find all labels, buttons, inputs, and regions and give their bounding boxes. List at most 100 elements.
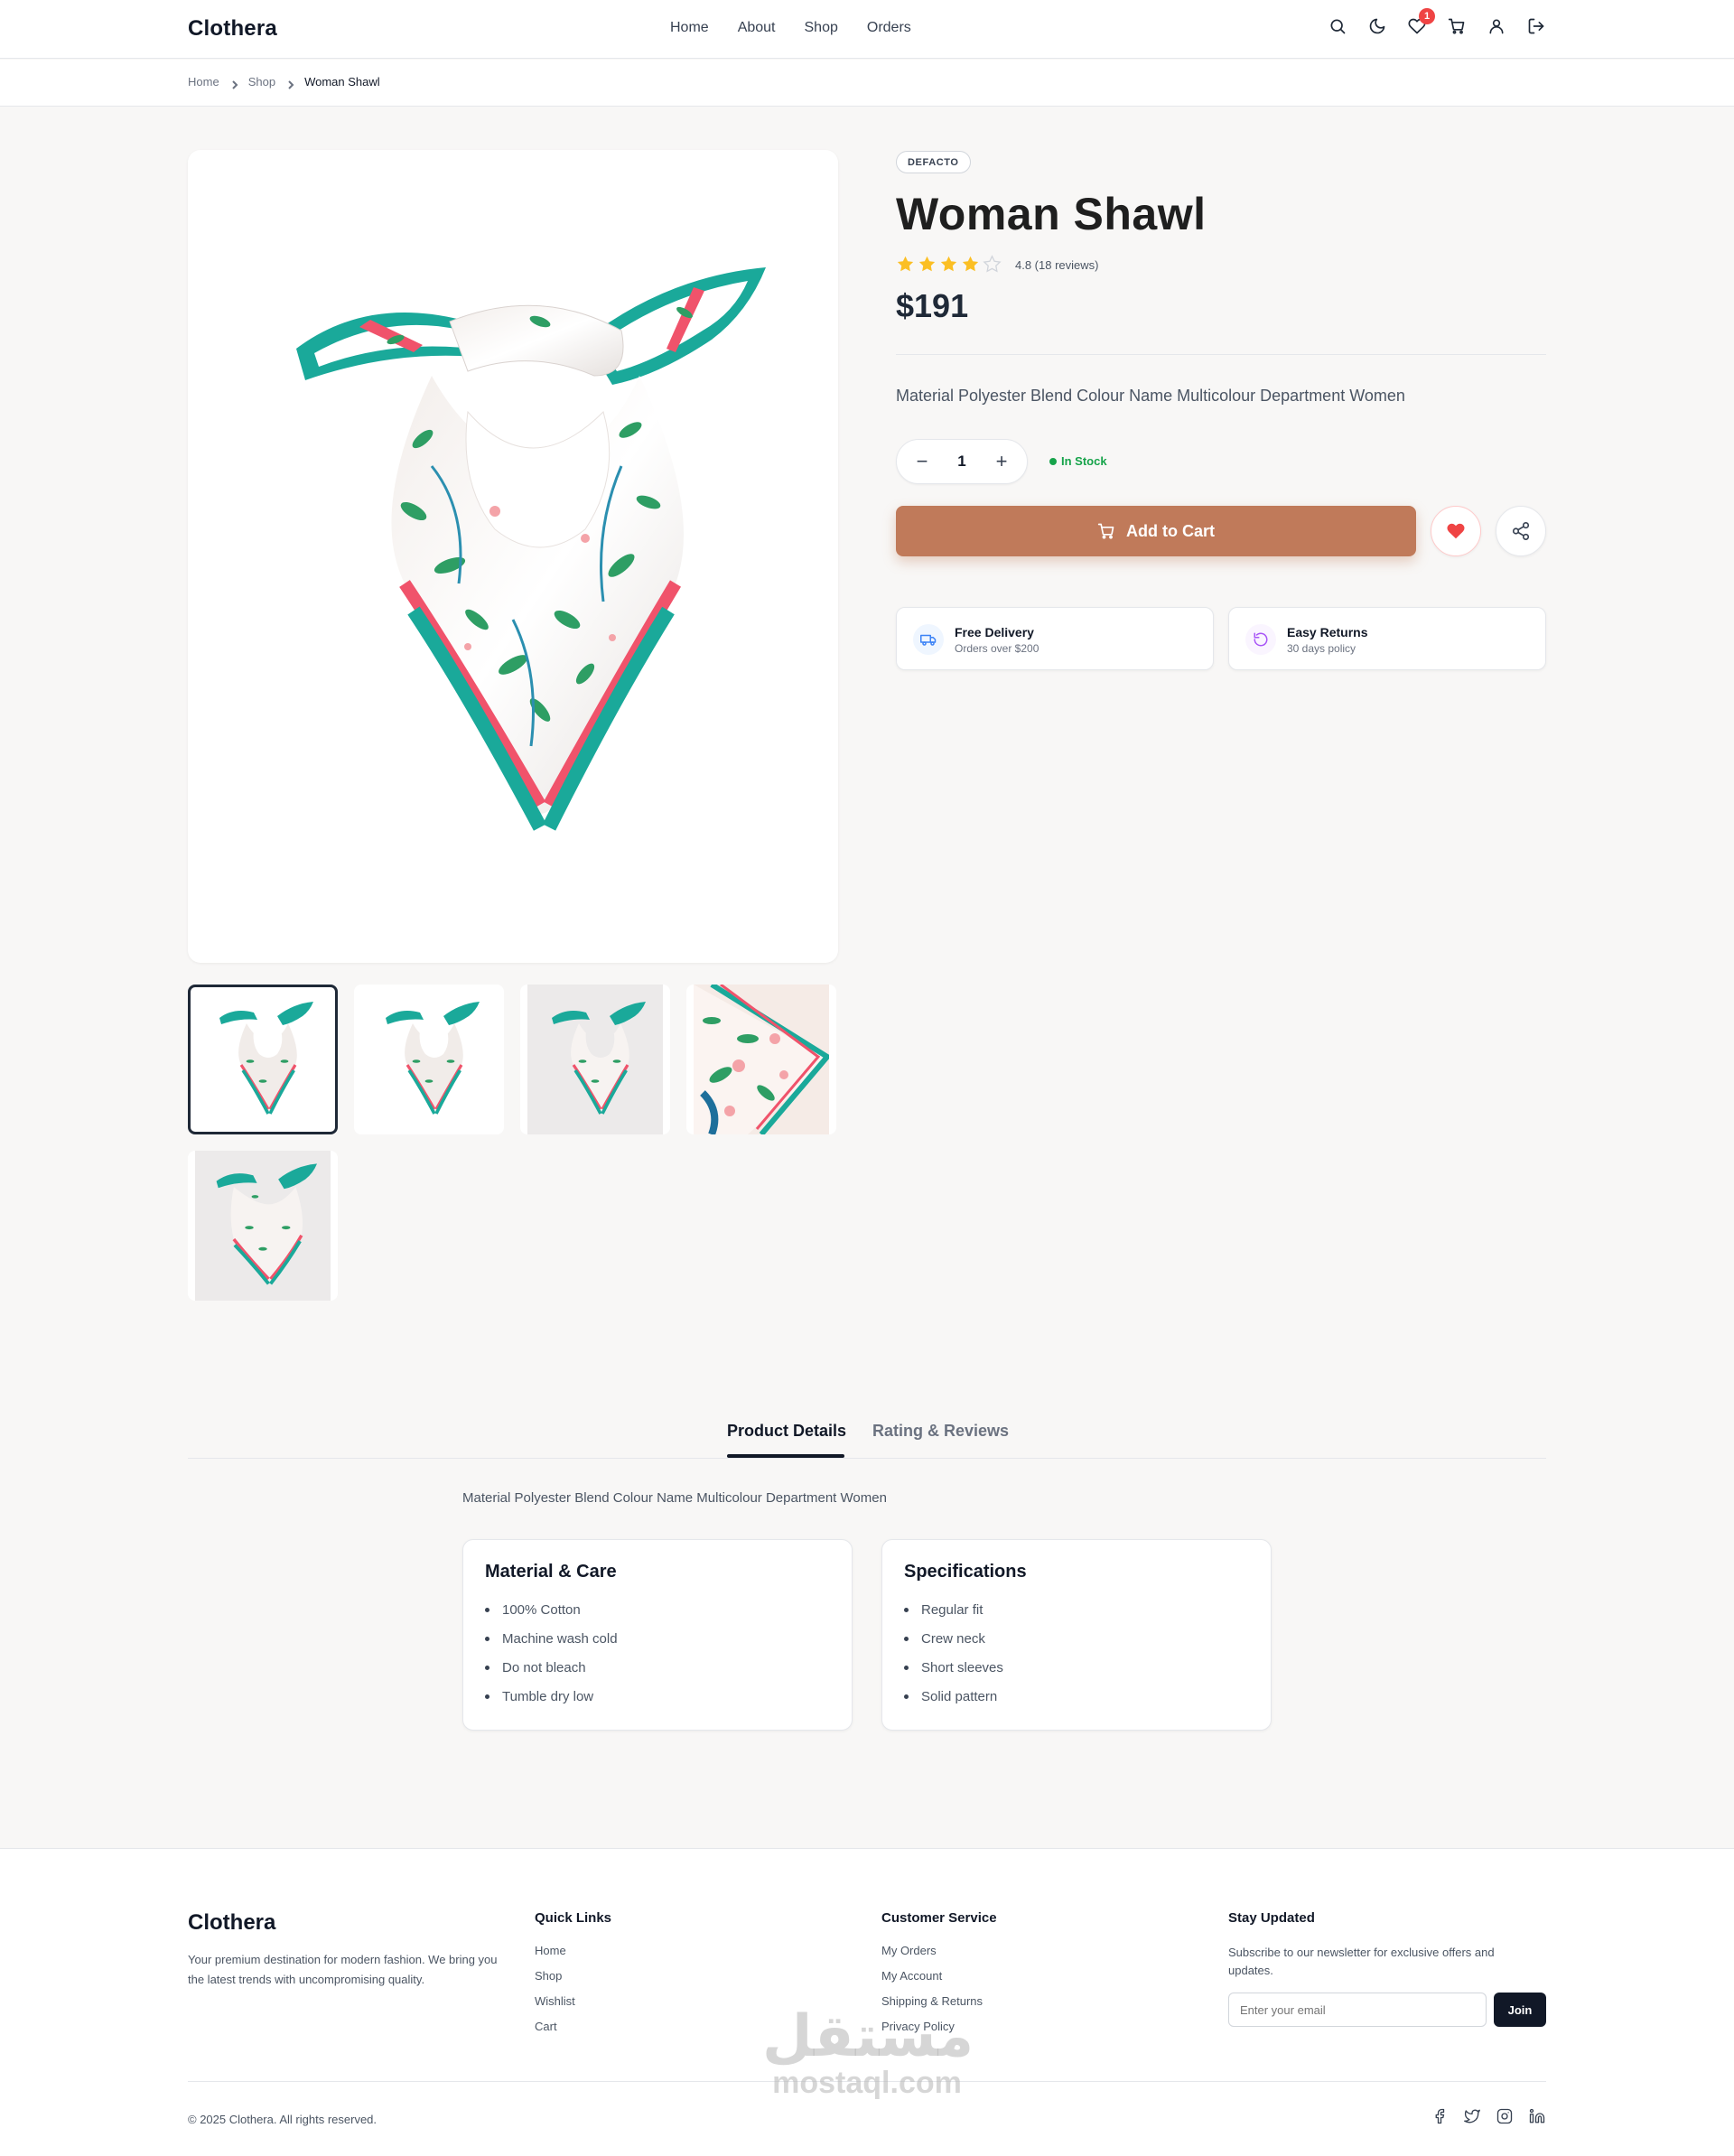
thumbnail-2[interactable] bbox=[354, 985, 504, 1134]
product-description: Material Polyester Blend Colour Name Mul… bbox=[896, 387, 1405, 405]
cart-icon bbox=[1097, 523, 1114, 539]
refresh-icon bbox=[1245, 624, 1276, 655]
product-title: Woman Shawl bbox=[896, 189, 1207, 239]
email-input[interactable] bbox=[1228, 1993, 1487, 2027]
feature-easy-returns: Easy Returns 30 days policy bbox=[1228, 607, 1546, 670]
active-tab-indicator bbox=[727, 1454, 844, 1458]
breadcrumb-home[interactable]: Home bbox=[188, 75, 219, 89]
nav-about[interactable]: About bbox=[738, 20, 776, 36]
feature-title: Free Delivery bbox=[955, 625, 1034, 639]
heart-icon[interactable]: 1 bbox=[1407, 8, 1435, 36]
spec-list: Regular fit Crew neck Short sleeves Soli… bbox=[904, 1595, 1249, 1711]
join-button[interactable]: Join bbox=[1494, 1993, 1546, 2027]
linkedin-icon[interactable] bbox=[1528, 2107, 1546, 2125]
nav-orders[interactable]: Orders bbox=[867, 20, 911, 36]
feature-free-delivery: Free Delivery Orders over $200 bbox=[896, 607, 1214, 670]
facebook-icon[interactable] bbox=[1431, 2107, 1449, 2125]
column-title: Customer Service bbox=[881, 1910, 997, 1926]
nav-home[interactable]: Home bbox=[670, 20, 709, 36]
product-tabs: Product Details Rating & Reviews bbox=[188, 1418, 1546, 1459]
newsletter-text: Subscribe to our newsletter for exclusiv… bbox=[1228, 1946, 1495, 1977]
cart-icon[interactable] bbox=[1447, 16, 1467, 36]
truck-icon bbox=[913, 624, 944, 655]
card-title: Material & Care bbox=[485, 1562, 617, 1582]
logout-icon[interactable] bbox=[1526, 16, 1546, 36]
watermark-latin: mostaql.com bbox=[772, 2066, 962, 2100]
list-item: Machine wash cold bbox=[485, 1624, 830, 1653]
footer-link-wishlist[interactable]: Wishlist bbox=[535, 1994, 611, 2020]
search-icon[interactable] bbox=[1328, 16, 1347, 36]
breadcrumb-current: Woman Shawl bbox=[304, 75, 380, 89]
twitter-icon[interactable] bbox=[1463, 2107, 1481, 2125]
social-links bbox=[1431, 2107, 1546, 2125]
list-item: Tumble dry low bbox=[485, 1682, 830, 1711]
quantity-value: 1 bbox=[957, 453, 966, 470]
thumbnail-image bbox=[694, 985, 829, 1134]
column-title: Quick Links bbox=[535, 1910, 612, 1926]
newsletter-form: Join bbox=[1228, 1993, 1546, 2027]
list-item: Short sleeves bbox=[904, 1653, 1249, 1682]
list-item: Regular fit bbox=[904, 1595, 1249, 1624]
thumbnail-5[interactable] bbox=[188, 1151, 338, 1301]
footer-link-orders[interactable]: My Orders bbox=[881, 1944, 997, 1969]
rating-stars bbox=[896, 255, 1002, 274]
quantity-stepper: − 1 + bbox=[896, 439, 1028, 484]
site-header: Clothera Home About Shop Orders 1 bbox=[0, 0, 1734, 59]
star-icon bbox=[940, 256, 957, 272]
header-actions: 1 bbox=[1328, 8, 1546, 36]
footer-link-account[interactable]: My Account bbox=[881, 1969, 997, 1994]
footer-link-cart[interactable]: Cart bbox=[535, 2020, 611, 2045]
list-item: Solid pattern bbox=[904, 1682, 1249, 1711]
feature-subtitle: Orders over $200 bbox=[955, 642, 1039, 655]
list-item: 100% Cotton bbox=[485, 1595, 830, 1624]
breadcrumb: Home Shop Woman Shawl bbox=[188, 75, 380, 89]
thumbnail-image bbox=[216, 1163, 317, 1285]
site-footer: Clothera Your premium destination for mo… bbox=[0, 1848, 1734, 2156]
user-icon[interactable] bbox=[1487, 16, 1506, 36]
shawl-image bbox=[296, 267, 766, 831]
star-icon bbox=[897, 256, 914, 272]
moon-icon[interactable] bbox=[1367, 16, 1387, 36]
specifications-card: Specifications Regular fit Crew neck Sho… bbox=[881, 1539, 1272, 1731]
watermark: مستقل mostaql.com bbox=[762, 2007, 974, 2100]
increase-quantity-button[interactable]: + bbox=[993, 450, 1011, 473]
product-price: $191 bbox=[896, 287, 969, 324]
star-icon bbox=[918, 256, 936, 272]
card-title: Specifications bbox=[904, 1562, 1027, 1582]
share-button[interactable] bbox=[1496, 506, 1546, 556]
thumbnail-1[interactable] bbox=[188, 985, 338, 1134]
divider bbox=[896, 354, 1546, 355]
star-icon bbox=[962, 256, 979, 272]
rating-text[interactable]: 4.8 (18 reviews) bbox=[1015, 258, 1098, 272]
breadcrumb-shop[interactable]: Shop bbox=[248, 75, 275, 89]
list-item: Do not bleach bbox=[485, 1653, 830, 1682]
thumbnail-3[interactable] bbox=[520, 985, 670, 1134]
details-description: Material Polyester Blend Colour Name Mul… bbox=[462, 1490, 887, 1506]
star-outline-icon bbox=[983, 255, 1002, 273]
nav-shop[interactable]: Shop bbox=[805, 20, 838, 36]
thumbnail-image bbox=[552, 1002, 646, 1115]
footer-logo[interactable]: Clothera bbox=[188, 1910, 275, 1936]
stock-label: In Stock bbox=[1061, 454, 1107, 468]
thumbnail-4[interactable] bbox=[686, 985, 836, 1134]
chevron-right-icon bbox=[230, 79, 238, 89]
product-main-image bbox=[188, 150, 838, 963]
footer-link-home[interactable]: Home bbox=[535, 1944, 611, 1969]
wishlist-button[interactable] bbox=[1431, 506, 1481, 556]
quick-links: Quick Links Home Shop Wishlist Cart bbox=[535, 1910, 611, 2045]
site-logo[interactable]: Clothera bbox=[188, 16, 277, 42]
add-to-cart-label: Add to Cart bbox=[1126, 521, 1215, 540]
material-list: 100% Cotton Machine wash cold Do not ble… bbox=[485, 1595, 830, 1711]
footer-link-shop[interactable]: Shop bbox=[535, 1969, 611, 1994]
stock-dot-icon bbox=[1049, 457, 1057, 465]
footer-tagline: Your premium destination for modern fash… bbox=[188, 1953, 498, 1986]
instagram-icon[interactable] bbox=[1496, 2107, 1514, 2125]
tab-rating-reviews[interactable]: Rating & Reviews bbox=[872, 1422, 1009, 1441]
decrease-quantity-button[interactable]: − bbox=[913, 450, 931, 473]
tab-product-details[interactable]: Product Details bbox=[727, 1422, 846, 1441]
add-to-cart-button[interactable]: Add to Cart bbox=[896, 506, 1416, 556]
brand-badge: DEFACTO bbox=[896, 151, 971, 173]
chevron-right-icon bbox=[286, 79, 294, 89]
stock-status: In Stock bbox=[1049, 454, 1107, 468]
wishlist-badge: 1 bbox=[1419, 8, 1435, 24]
